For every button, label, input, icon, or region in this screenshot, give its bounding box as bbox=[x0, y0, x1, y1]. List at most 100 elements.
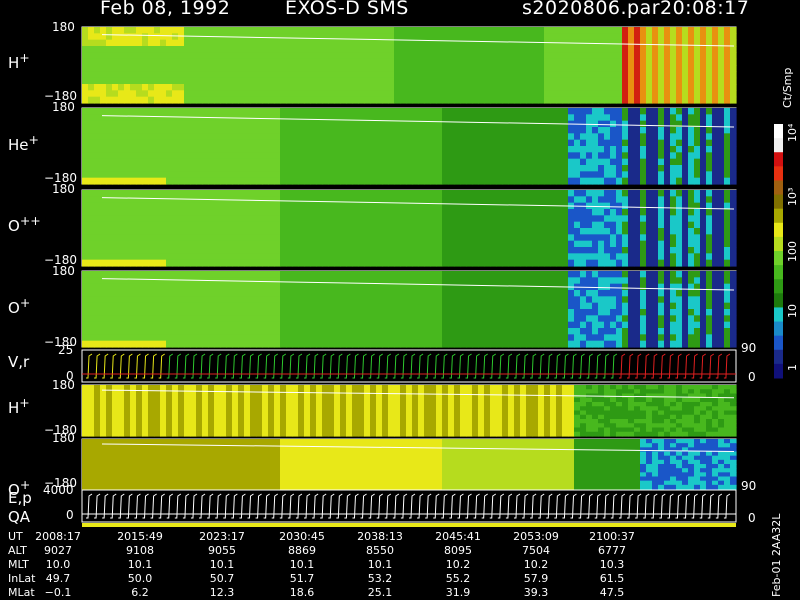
heatmap-cell bbox=[184, 177, 191, 185]
heatmap-cell bbox=[376, 46, 383, 53]
heatmap-cell bbox=[532, 315, 539, 323]
heatmap-cell bbox=[562, 158, 569, 166]
heatmap-cell bbox=[544, 277, 551, 285]
heatmap-cell bbox=[334, 228, 341, 235]
heatmap-cell bbox=[292, 46, 299, 53]
heatmap-cell bbox=[388, 234, 395, 242]
heatmap-cell bbox=[538, 321, 545, 329]
heatmap-cell bbox=[262, 165, 269, 172]
heatmap-cell bbox=[202, 152, 209, 160]
heatmap-cell bbox=[238, 247, 245, 254]
heatmap-cell bbox=[478, 39, 485, 47]
heatmap-cell bbox=[436, 221, 443, 229]
heatmap-cell bbox=[460, 71, 467, 79]
heatmap-cell bbox=[394, 328, 401, 335]
heatmap-cell bbox=[358, 152, 365, 160]
heatmap-cell bbox=[676, 259, 683, 267]
heatmap-cell bbox=[382, 290, 389, 297]
heatmap-cell bbox=[400, 114, 407, 122]
heatmap-cell bbox=[334, 165, 341, 172]
heatmap-cell bbox=[532, 77, 539, 85]
heatmap-cell bbox=[664, 65, 671, 72]
heatmap-cell bbox=[178, 27, 185, 34]
heatmap-cell bbox=[142, 221, 149, 229]
heatmap-cell bbox=[262, 296, 269, 304]
heatmap-cell bbox=[610, 96, 617, 104]
heatmap-cell bbox=[496, 39, 503, 47]
heatmap-cell bbox=[424, 290, 431, 297]
heatmap-cell bbox=[214, 65, 221, 72]
heatmap-cell bbox=[322, 221, 329, 229]
heatmap-cell bbox=[286, 77, 293, 85]
heatmap-cell bbox=[436, 177, 443, 185]
heatmap-cell bbox=[472, 253, 479, 261]
heatmap-cell bbox=[94, 152, 101, 160]
heatmap-cell bbox=[670, 202, 677, 210]
heatmap-cell bbox=[142, 58, 149, 66]
heatmap-cell bbox=[718, 127, 725, 134]
heatmap-cell bbox=[376, 177, 383, 185]
heatmap-cell bbox=[718, 90, 725, 98]
heatmap-cell bbox=[670, 196, 677, 204]
heatmap-cell bbox=[652, 96, 659, 104]
heatmap-cell bbox=[496, 309, 503, 316]
heatmap-cell bbox=[400, 328, 407, 335]
heatmap-cell bbox=[664, 139, 671, 147]
heatmap-cell bbox=[388, 77, 395, 85]
heatmap-cell bbox=[556, 65, 563, 72]
heatmap-cell bbox=[214, 27, 221, 34]
heatmap-cell bbox=[238, 177, 245, 185]
heatmap-cell bbox=[232, 315, 239, 323]
heatmap-cell bbox=[136, 77, 143, 85]
heatmap-cell bbox=[544, 228, 551, 235]
heatmap-cell bbox=[466, 259, 473, 267]
heatmap-cell bbox=[268, 146, 275, 153]
heatmap-cell bbox=[664, 253, 671, 261]
heatmap-cell bbox=[532, 302, 539, 310]
heatmap-cell bbox=[442, 302, 449, 310]
heatmap-cell bbox=[94, 234, 101, 242]
heatmap-cell bbox=[400, 271, 407, 278]
heatmap-cell bbox=[394, 146, 401, 153]
heatmap-cell bbox=[412, 302, 419, 310]
heatmap-cell bbox=[496, 228, 503, 235]
heatmap-cell bbox=[334, 65, 341, 72]
heatmap-cell bbox=[550, 127, 557, 134]
heatmap-cell bbox=[178, 315, 185, 323]
heatmap-cell bbox=[112, 52, 119, 60]
heatmap-cell bbox=[286, 302, 293, 310]
heatmap-cell bbox=[442, 65, 449, 72]
heatmap-cell bbox=[154, 108, 161, 115]
heatmap-cell bbox=[196, 108, 203, 115]
heatmap-cell bbox=[214, 259, 221, 267]
heatmap-cell bbox=[262, 158, 269, 166]
heatmap-cell bbox=[334, 340, 341, 348]
heatmap-cell bbox=[628, 108, 635, 115]
heatmap-cell bbox=[334, 133, 341, 141]
heatmap-cell bbox=[442, 253, 449, 261]
heatmap-cell bbox=[496, 247, 503, 254]
heatmap-cell bbox=[556, 290, 563, 297]
heatmap-cell bbox=[376, 84, 383, 91]
heatmap-cell bbox=[550, 108, 557, 115]
heatmap-cell bbox=[238, 202, 245, 210]
heatmap-cell bbox=[328, 152, 335, 160]
heatmap-cell bbox=[712, 234, 719, 242]
heatmap-cell bbox=[346, 165, 353, 172]
heatmap-cell bbox=[142, 171, 149, 179]
heatmap-cell bbox=[226, 202, 233, 210]
heatmap-cell bbox=[472, 271, 479, 278]
heatmap-cell bbox=[370, 65, 377, 72]
heatmap-cell bbox=[274, 309, 281, 316]
heatmap-cell bbox=[652, 58, 659, 66]
heatmap-cell bbox=[694, 84, 701, 91]
heatmap-cell bbox=[382, 158, 389, 166]
heatmap-cell bbox=[520, 58, 527, 66]
heatmap-cell bbox=[142, 334, 149, 342]
heatmap-cell bbox=[616, 190, 623, 197]
heatmap-cell bbox=[196, 202, 203, 210]
heatmap-cell bbox=[688, 52, 695, 60]
heatmap-cell bbox=[88, 253, 95, 261]
heatmap-cell bbox=[232, 247, 239, 254]
heatmap-cell bbox=[526, 240, 533, 248]
